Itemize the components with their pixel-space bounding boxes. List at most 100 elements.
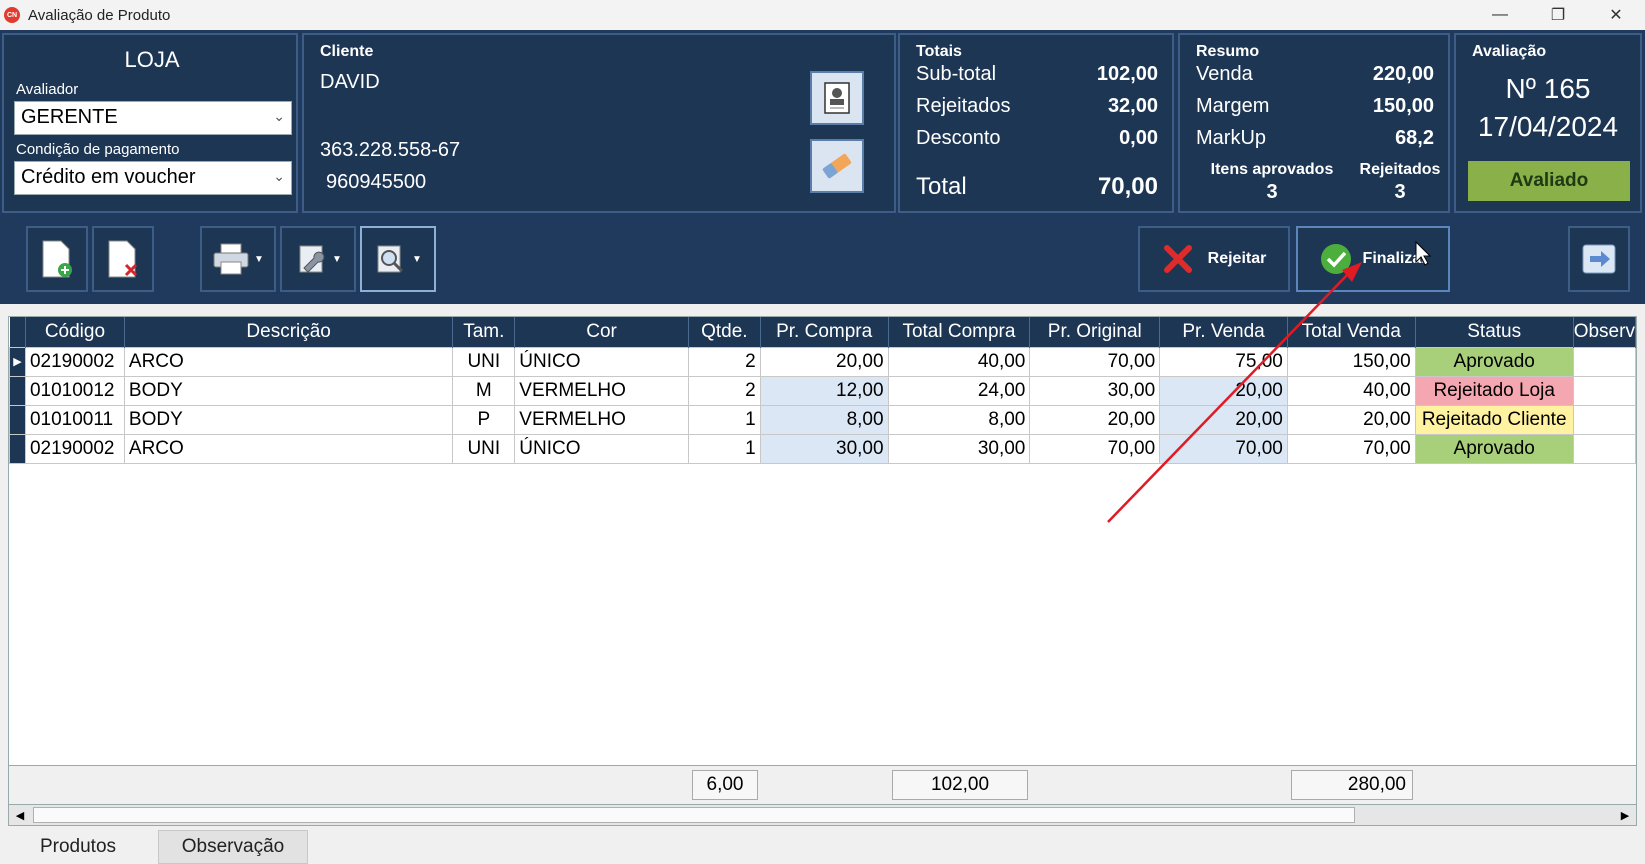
- client-card-button[interactable]: [810, 71, 864, 125]
- cell-observacao[interactable]: [1572, 346, 1636, 377]
- delete-document-button[interactable]: [92, 226, 154, 292]
- table-row[interactable]: 01010012 BODY M VERMELHO 2 12,00 24,00 3…: [9, 375, 1636, 406]
- cell-pr-venda[interactable]: 70,00: [1159, 433, 1288, 464]
- column-header[interactable]: Pr. Venda: [1159, 317, 1288, 347]
- horizontal-scrollbar[interactable]: ◀ ▶: [8, 804, 1637, 826]
- table-row[interactable]: ▶ 02190002 ARCO UNI ÚNICO 2 20,00 40,00 …: [9, 346, 1636, 377]
- column-header[interactable]: Descrição: [124, 317, 454, 347]
- cell-total-compra[interactable]: 8,00: [887, 404, 1031, 435]
- cell-pr-original[interactable]: 30,00: [1029, 375, 1161, 406]
- cell-total-venda[interactable]: 20,00: [1286, 404, 1416, 435]
- tools-button[interactable]: ▼: [280, 226, 356, 292]
- chevron-down-icon[interactable]: ▼: [412, 254, 422, 265]
- pagamento-select[interactable]: Crédito em voucher ⌄: [14, 161, 292, 195]
- column-header[interactable]: Código: [25, 317, 125, 347]
- cell-pr-venda[interactable]: 75,00: [1159, 346, 1288, 377]
- rejeitados-count-label: Rejeitados: [1359, 161, 1441, 178]
- chevron-down-icon[interactable]: ⌄: [273, 108, 285, 125]
- cell-status[interactable]: Rejeitado Cliente: [1414, 404, 1574, 435]
- close-icon[interactable]: ✕: [1587, 0, 1645, 30]
- rejeitar-button[interactable]: Rejeitar: [1138, 226, 1290, 292]
- wrench-icon: [299, 245, 325, 273]
- bottom-tabs: Produtos Observação: [0, 830, 1645, 864]
- tab-observacao[interactable]: Observação: [158, 830, 308, 864]
- cell-tam[interactable]: M: [452, 375, 516, 406]
- cell-descricao[interactable]: ARCO: [123, 346, 454, 377]
- finalizar-button[interactable]: Finalizar: [1296, 226, 1450, 292]
- cell-cor[interactable]: VERMELHO: [514, 375, 689, 406]
- column-header[interactable]: Observ: [1573, 317, 1636, 347]
- cell-cor[interactable]: ÚNICO: [514, 346, 689, 377]
- column-header[interactable]: Total Compra: [888, 317, 1031, 347]
- resumo-panel: Resumo Venda 220,00 Margem 150,00 MarkUp 68…: [1178, 33, 1450, 213]
- column-header[interactable]: Tam.: [452, 317, 516, 347]
- cell-codigo[interactable]: 02190002: [24, 346, 125, 377]
- cell-observacao[interactable]: [1572, 404, 1636, 435]
- minimize-icon[interactable]: —: [1471, 0, 1529, 30]
- cell-pr-original[interactable]: 20,00: [1029, 404, 1161, 435]
- cell-pr-original[interactable]: 70,00: [1029, 433, 1161, 464]
- cell-pr-compra[interactable]: 20,00: [759, 346, 889, 377]
- cell-codigo[interactable]: 02190002: [24, 433, 125, 464]
- cell-total-venda[interactable]: 70,00: [1286, 433, 1416, 464]
- cell-pr-compra[interactable]: 30,00: [759, 433, 889, 464]
- cell-pr-compra[interactable]: 8,00: [759, 404, 889, 435]
- cell-qtde[interactable]: 1: [687, 433, 761, 464]
- cell-pr-venda[interactable]: 20,00: [1159, 404, 1288, 435]
- cell-qtde[interactable]: 2: [687, 375, 761, 406]
- avaliador-value: GERENTE: [21, 106, 118, 128]
- chevron-down-icon[interactable]: ⌄: [273, 168, 285, 185]
- cell-pr-compra[interactable]: 12,00: [759, 375, 889, 406]
- scrollbar-thumb[interactable]: [33, 807, 1355, 823]
- cell-codigo[interactable]: 01010012: [24, 375, 125, 406]
- scroll-left-icon[interactable]: ◀: [10, 806, 30, 824]
- cell-observacao[interactable]: [1572, 433, 1636, 464]
- cell-status[interactable]: Rejeitado Loja: [1414, 375, 1574, 406]
- cell-cor[interactable]: ÚNICO: [514, 433, 689, 464]
- cell-tam[interactable]: UNI: [452, 433, 516, 464]
- cell-tam[interactable]: P: [452, 404, 516, 435]
- print-button[interactable]: ▼: [200, 226, 276, 292]
- cell-total-compra[interactable]: 24,00: [887, 375, 1031, 406]
- cell-total-venda[interactable]: 40,00: [1286, 375, 1416, 406]
- column-header[interactable]: Pr. Compra: [760, 317, 889, 347]
- next-button[interactable]: [1568, 226, 1630, 292]
- cell-codigo[interactable]: 01010011: [24, 404, 125, 435]
- column-header[interactable]: Qtde.: [688, 317, 761, 347]
- rejeitados-row: Rejeitados 32,00: [916, 95, 1158, 118]
- cell-qtde[interactable]: 2: [687, 346, 761, 377]
- column-header[interactable]: Cor: [514, 317, 689, 347]
- table-row[interactable]: 01010011 BODY P VERMELHO 1 8,00 8,00 20,…: [9, 404, 1636, 435]
- cell-cor[interactable]: VERMELHO: [514, 404, 689, 435]
- margem-value: 150,00: [1372, 95, 1434, 117]
- cell-status[interactable]: Aprovado: [1414, 346, 1574, 377]
- cell-pr-original[interactable]: 70,00: [1029, 346, 1161, 377]
- new-document-button[interactable]: [26, 226, 88, 292]
- chevron-down-icon[interactable]: ▼: [332, 254, 342, 265]
- column-header[interactable]: Pr. Original: [1029, 317, 1161, 347]
- cell-descricao[interactable]: ARCO: [123, 433, 454, 464]
- cell-total-compra[interactable]: 40,00: [887, 346, 1031, 377]
- cell-tam[interactable]: UNI: [452, 346, 516, 377]
- clear-client-button[interactable]: [810, 139, 864, 193]
- cell-total-venda[interactable]: 150,00: [1286, 346, 1416, 377]
- cell-descricao[interactable]: BODY: [123, 404, 454, 435]
- products-grid[interactable]: Código Descrição Tam. Cor Qtde. Pr. Comp…: [8, 316, 1637, 766]
- cell-descricao[interactable]: BODY: [123, 375, 454, 406]
- aprovados-label: Itens aprovados: [1210, 161, 1334, 178]
- cell-observacao[interactable]: [1572, 375, 1636, 406]
- restore-icon[interactable]: ❐: [1529, 0, 1587, 30]
- x-icon: [1163, 245, 1192, 273]
- avaliador-select[interactable]: GERENTE ⌄: [14, 101, 292, 135]
- search-preview-button[interactable]: ▼: [360, 226, 436, 292]
- table-row[interactable]: 02190002 ARCO UNI ÚNICO 1 30,00 30,00 70…: [9, 433, 1636, 464]
- cell-status[interactable]: Aprovado: [1414, 433, 1574, 464]
- scroll-right-icon[interactable]: ▶: [1615, 806, 1635, 824]
- chevron-down-icon[interactable]: ▼: [254, 254, 264, 265]
- cell-qtde[interactable]: 1: [687, 404, 761, 435]
- cell-pr-venda[interactable]: 20,00: [1159, 375, 1288, 406]
- tab-produtos[interactable]: Produtos: [10, 830, 146, 864]
- cell-total-compra[interactable]: 30,00: [887, 433, 1031, 464]
- column-header[interactable]: Total Venda: [1287, 317, 1416, 347]
- column-header[interactable]: Status: [1415, 317, 1574, 347]
